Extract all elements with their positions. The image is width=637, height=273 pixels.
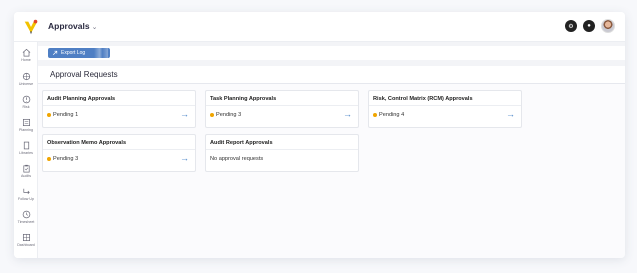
app-title-text: Approvals [48, 21, 90, 31]
avatar[interactable] [601, 19, 615, 33]
card-status: Pending 3 [210, 112, 241, 118]
sidebar-item-timesheet[interactable]: Timesheet [14, 210, 38, 224]
card-title: Risk, Control Matrix (RCM) Approvals [373, 96, 473, 102]
sidebar-item-label: Libraries [19, 151, 33, 155]
universe-icon [22, 72, 30, 81]
button-overlay [94, 48, 108, 58]
app-logo-icon[interactable] [22, 18, 40, 36]
page-title: Approval Requests [50, 70, 118, 79]
arrow-right-icon[interactable]: → [343, 109, 352, 119]
card-title: Audit Report Approvals [210, 140, 273, 146]
card-title: Audit Planning Approvals [47, 96, 116, 102]
app-window: Approvals ⌄ ⚙ ● Home Universe Risk Planni… [14, 12, 625, 258]
card-title: Observation Memo Approvals [47, 140, 127, 146]
approval-cards: Audit Planning Approvals Pending 1 → Tas… [38, 84, 625, 258]
export-log-button[interactable]: Export Log [48, 48, 110, 58]
card-status-text: No approval requests [210, 156, 264, 162]
top-right-actions: ⚙ ● [565, 19, 615, 33]
card-status: Pending 4 [373, 112, 404, 118]
export-icon [52, 50, 58, 56]
pending-dot-icon [373, 113, 377, 117]
sidebar-item-label: Universe [18, 82, 34, 86]
section-header: Approval Requests [38, 66, 625, 84]
sidebar-item-libraries[interactable]: Libraries [14, 141, 38, 155]
card-status: No approval requests [210, 156, 263, 162]
approval-card-audit-planning[interactable]: Audit Planning Approvals Pending 1 → [42, 90, 196, 128]
audits-icon [22, 164, 30, 173]
sidebar-item-follow-up[interactable]: Follow Up [14, 187, 38, 201]
card-status: Pending 3 [47, 156, 78, 162]
sidebar-item-dashboard[interactable]: Dashboard [14, 233, 38, 247]
settings-icon[interactable]: ⚙ [565, 20, 577, 32]
sidebar: Home Universe Risk Planning Libraries Au… [14, 42, 38, 258]
card-divider [43, 149, 195, 150]
card-title: Task Planning Approvals [210, 96, 277, 102]
pending-dot-icon [47, 113, 51, 117]
risk-icon [22, 95, 30, 104]
sidebar-item-universe[interactable]: Universe [14, 72, 38, 86]
pending-dot-icon [210, 113, 214, 117]
arrow-right-icon[interactable]: → [506, 109, 515, 119]
sidebar-item-label: Planning [19, 128, 33, 132]
card-status-text: Pending 3 [216, 112, 242, 118]
card-status: Pending 1 [47, 112, 78, 118]
approval-card-task-planning[interactable]: Task Planning Approvals Pending 3 → [205, 90, 359, 128]
sidebar-item-label: Timesheet [17, 220, 35, 224]
approval-card-rcm[interactable]: Risk, Control Matrix (RCM) Approvals Pen… [368, 90, 522, 128]
pending-dot-icon [47, 157, 51, 161]
sidebar-item-planning[interactable]: Planning [14, 118, 38, 132]
sidebar-item-label: Dashboard [17, 243, 35, 247]
main-content: Export Log Approval Requests Audit Plann… [38, 42, 625, 258]
sidebar-item-home[interactable]: Home [14, 48, 38, 62]
sidebar-item-audits[interactable]: Audits [14, 164, 38, 178]
card-divider [43, 105, 195, 106]
chevron-down-icon: ⌄ [91, 24, 98, 31]
dashboard-icon [22, 233, 30, 242]
card-status-text: Pending 4 [379, 112, 405, 118]
timesheet-icon [22, 210, 30, 219]
top-bar: Approvals ⌄ ⚙ ● [14, 12, 625, 42]
approval-card-observation-memo[interactable]: Observation Memo Approvals Pending 3 → [42, 134, 196, 172]
app-title[interactable]: Approvals ⌄ [48, 21, 97, 31]
export-log-label: Export Log [61, 50, 86, 56]
arrow-right-icon[interactable]: → [180, 109, 189, 119]
sidebar-item-label: Audits [21, 174, 31, 178]
approval-card-audit-report[interactable]: Audit Report Approvals No approval reque… [205, 134, 359, 172]
card-divider [369, 105, 521, 106]
sidebar-item-label: Risk [22, 105, 30, 109]
planning-icon [22, 118, 30, 127]
home-icon [22, 48, 30, 57]
sidebar-item-label: Home [21, 58, 31, 62]
card-divider [206, 149, 358, 150]
arrow-right-icon[interactable]: → [180, 153, 189, 163]
libraries-icon [23, 141, 29, 150]
card-divider [206, 105, 358, 106]
follow-up-icon [22, 188, 30, 195]
sidebar-item-label: Follow Up [18, 197, 34, 201]
card-status-text: Pending 3 [53, 156, 79, 162]
card-status-text: Pending 1 [53, 112, 79, 118]
action-strip: Export Log [38, 46, 625, 60]
notifications-bell-icon[interactable]: ● [583, 20, 595, 32]
sidebar-item-risk[interactable]: Risk [14, 95, 38, 109]
